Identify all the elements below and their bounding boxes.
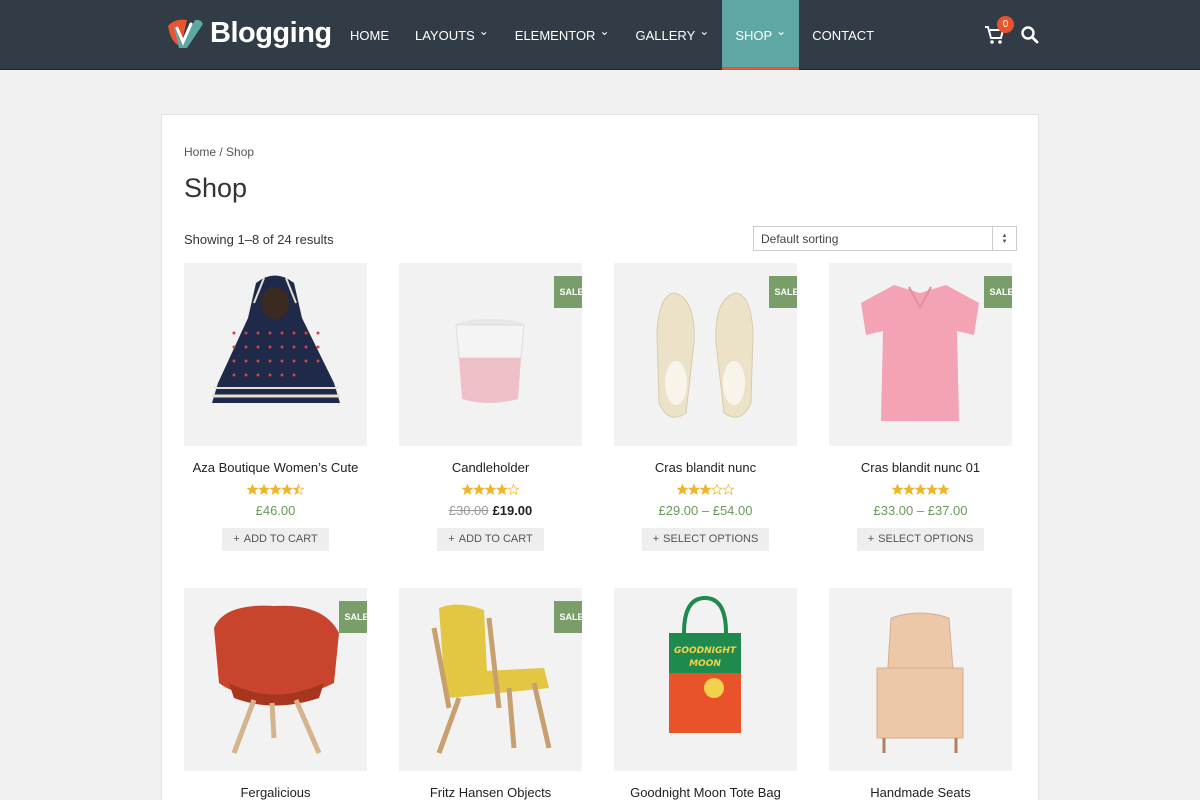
product-name[interactable]: Fergalicious bbox=[184, 785, 367, 800]
site-header: Blogging HOME LAYOUTS ⌄ ELEMENTOR ⌄ GALLERY ⌄ S… bbox=[0, 0, 1200, 70]
select-arrows-icon: ▲ ▼ bbox=[992, 227, 1016, 250]
breadcrumb[interactable]: Home / Shop bbox=[184, 145, 254, 159]
site-logo[interactable]: Blogging bbox=[165, 16, 332, 50]
result-count: Showing 1–8 of 24 results bbox=[184, 232, 334, 247]
button-label: SELECT OPTIONS bbox=[878, 533, 974, 545]
star-rating bbox=[399, 484, 582, 496]
product-price: £33.00 – £37.00 bbox=[873, 503, 968, 518]
star-rating bbox=[829, 484, 1012, 496]
plus-icon: + bbox=[448, 533, 455, 545]
main-nav: HOME LAYOUTS ⌄ ELEMENTOR ⌄ GALLERY ⌄ SHOP ⌄ CONTA… bbox=[337, 0, 887, 70]
sorting-select[interactable]: Default sorting ▲ ▼ bbox=[753, 226, 1017, 251]
plus-icon: + bbox=[233, 533, 240, 545]
product-image-yellow-armchair[interactable]: SALE! bbox=[399, 588, 582, 771]
search-button[interactable] bbox=[1020, 25, 1040, 45]
product-image-candleholder[interactable]: SALE! bbox=[399, 263, 582, 446]
product-image-red-chair[interactable]: SALE! bbox=[184, 588, 367, 771]
page-title: Shop bbox=[184, 173, 248, 203]
chevron-down-icon: ⌄ bbox=[699, 24, 710, 38]
product-name[interactable]: Goodnight Moon Tote Bag bbox=[614, 785, 797, 800]
product-image-polo-shirt[interactable]: SALE! bbox=[829, 263, 1012, 446]
sale-badge: SALE! bbox=[554, 276, 582, 308]
product-action-button[interactable]: + SELECT OPTIONS bbox=[856, 528, 985, 551]
sale-price: £19.00 bbox=[492, 503, 533, 518]
product-card: Aza Boutique Women’s Cute £46.00 + ADD TO C… bbox=[184, 263, 367, 551]
star-rating bbox=[614, 484, 797, 496]
product-image-tote-bag[interactable]: GOODNIGHT MOON bbox=[614, 588, 797, 771]
product-card: SALE! Fritz Hansen Objects bbox=[399, 588, 582, 800]
logo-icon bbox=[165, 16, 205, 50]
chevron-down-icon: ⌄ bbox=[599, 24, 610, 38]
product-image-hooded-poncho[interactable] bbox=[184, 263, 367, 446]
nav-item-shop[interactable]: SHOP ⌄ bbox=[722, 0, 800, 70]
search-icon bbox=[1021, 26, 1039, 44]
product-card: GOODNIGHT MOON Goodnight Moon Tote Bag bbox=[614, 588, 797, 800]
nav-item-home[interactable]: HOME bbox=[337, 0, 402, 70]
product-action-button[interactable]: + SELECT OPTIONS bbox=[641, 528, 770, 551]
sale-badge: SALE! bbox=[554, 601, 582, 633]
product-image-wingback-chair[interactable] bbox=[829, 588, 1012, 771]
chevron-down-icon: ⌄ bbox=[478, 24, 489, 38]
product-price: £30.00 £19.00 bbox=[399, 503, 582, 518]
shop-panel: Home / Shop Shop Showing 1–8 of 24 resul… bbox=[161, 114, 1039, 800]
product-card: SALE! Cras blandit nunc 01 £33.00 – £37.00… bbox=[829, 263, 1012, 551]
product-card: SALE! Fergalicious bbox=[184, 588, 367, 800]
svg-text:GOODNIGHT: GOODNIGHT bbox=[674, 646, 737, 656]
product-name[interactable]: Cras blandit nunc 01 bbox=[829, 460, 1012, 475]
plus-icon: + bbox=[652, 533, 660, 545]
sale-badge: SALE! bbox=[339, 601, 367, 633]
nav-item-elementor[interactable]: ELEMENTOR ⌄ bbox=[502, 0, 623, 70]
nav-item-layouts[interactable]: LAYOUTS ⌄ bbox=[402, 0, 502, 70]
cart-button[interactable]: 0 bbox=[984, 16, 1014, 46]
plus-icon: + bbox=[867, 533, 875, 545]
product-action-button[interactable]: + ADD TO CART bbox=[437, 528, 544, 551]
product-name[interactable]: Fritz Hansen Objects bbox=[399, 785, 582, 800]
svg-text:MOON: MOON bbox=[689, 659, 721, 669]
cart-count-badge: 0 bbox=[997, 16, 1014, 33]
product-card: Handmade Seats bbox=[829, 588, 1012, 800]
old-price: £30.00 bbox=[448, 503, 489, 518]
product-name[interactable]: Handmade Seats bbox=[829, 785, 1012, 800]
nav-item-label: GALLERY bbox=[635, 27, 696, 43]
logo-text: Blogging bbox=[210, 16, 332, 49]
button-label: ADD TO CART bbox=[243, 533, 318, 545]
nav-item-label: ELEMENTOR bbox=[514, 27, 596, 43]
sale-badge: SALE! bbox=[984, 276, 1012, 308]
product-card: SALE! Candleholder £30.00£19.00 +ADD TO CAR… bbox=[399, 263, 582, 551]
product-name[interactable]: Cras blandit nunc bbox=[614, 460, 797, 475]
product-price: £29.00 – £54.00 bbox=[658, 503, 753, 518]
button-label: ADD TO CART bbox=[458, 533, 533, 545]
sale-badge: SALE! bbox=[769, 276, 797, 308]
product-card: SALE! Cras blandit nunc £29.00 – £54.00 +SE… bbox=[614, 263, 797, 551]
sorting-selected-value: Default sorting bbox=[761, 231, 839, 246]
nav-item-label: LAYOUTS bbox=[415, 27, 475, 43]
star-rating bbox=[184, 484, 367, 496]
product-action-button[interactable]: + ADD TO CART bbox=[222, 528, 329, 551]
product-name[interactable]: Candleholder bbox=[399, 460, 582, 475]
nav-item-label: SHOP bbox=[735, 27, 773, 43]
nav-item-label: CONTACT bbox=[812, 27, 875, 43]
chevron-down-icon: ⌄ bbox=[776, 24, 787, 38]
product-price: £46.00 bbox=[255, 503, 296, 518]
product-name[interactable]: Aza Boutique Women’s Cute bbox=[184, 460, 367, 475]
nav-item-contact[interactable]: CONTACT bbox=[799, 0, 887, 70]
nav-item-gallery[interactable]: GALLERY ⌄ bbox=[623, 0, 723, 70]
button-label: SELECT OPTIONS bbox=[663, 533, 759, 545]
product-image-sneakers[interactable]: SALE! bbox=[614, 263, 797, 446]
nav-item-label: HOME bbox=[350, 27, 389, 43]
